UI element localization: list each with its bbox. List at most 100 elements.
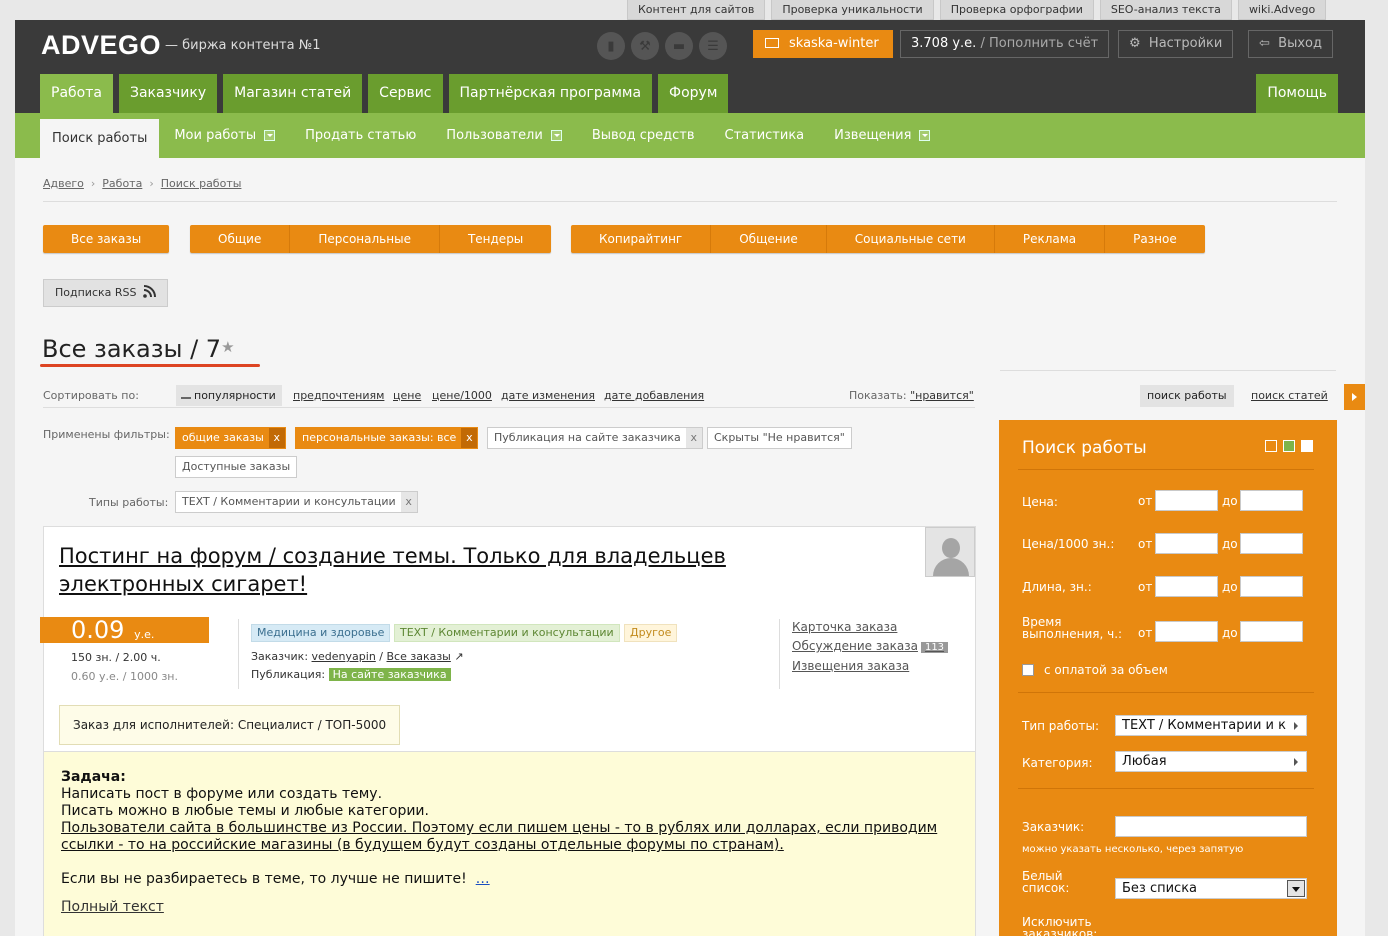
filter-ads[interactable]: Реклама (995, 225, 1106, 253)
time-from-input[interactable] (1155, 621, 1218, 642)
subtab-notifications[interactable]: Извещения (819, 113, 945, 158)
subtab-users[interactable]: Пользователи (431, 113, 577, 158)
chevron-down-icon[interactable] (264, 130, 276, 141)
order-notifications-link[interactable]: Извещения заказа (792, 659, 909, 673)
folder-icon[interactable]: ▬ (665, 32, 693, 60)
price-from-input[interactable] (1155, 490, 1218, 511)
whitelist-select[interactable]: Без списка (1115, 878, 1307, 899)
mouse-icon[interactable]: ▮ (597, 32, 625, 60)
work-type-select[interactable]: TEXT / Комментарии и к (1115, 715, 1307, 736)
filter-copywriting[interactable]: Копирайтинг (571, 225, 712, 253)
rss-subscribe-button[interactable]: Подписка RSS (43, 279, 168, 307)
filter-chip-available[interactable]: Доступные заказы (175, 456, 298, 478)
avatar-body (933, 558, 969, 576)
filter-personal[interactable]: Персональные (290, 225, 440, 253)
time-to-input[interactable] (1240, 621, 1303, 642)
topup-link[interactable]: / Пополнить счёт (980, 36, 1098, 51)
close-icon[interactable]: x (400, 492, 417, 512)
discussion-label: Обсуждение заказа (792, 639, 918, 653)
toplink-content[interactable]: Контент для сайтов (627, 0, 766, 20)
breadcrumb-advego[interactable]: Адвего (43, 177, 84, 190)
user-button[interactable]: skaska-winter (753, 30, 893, 58)
job-title[interactable]: Постинг на форум / создание темы. Только… (59, 542, 799, 598)
subtab-sell-article[interactable]: Продать статью (290, 113, 431, 158)
filter-tenders[interactable]: Тендеры (440, 225, 551, 253)
order-discussion-link[interactable]: Обсуждение заказа 113 (792, 639, 949, 653)
price1000-to-input[interactable] (1240, 533, 1303, 554)
all-orders-link[interactable]: Все заказы (387, 650, 451, 663)
price-badge: 0.09 у.е. (40, 617, 209, 643)
price-to-input[interactable] (1240, 490, 1303, 511)
layout-toggle-2[interactable] (1283, 440, 1295, 452)
hammer-icon[interactable]: ⚒ (631, 32, 659, 60)
length-to-input[interactable] (1240, 576, 1303, 597)
close-icon[interactable]: x (268, 428, 285, 448)
work-type-label: Тип работы: (1022, 719, 1100, 733)
toplink-uniqueness[interactable]: Проверка уникальности (771, 0, 934, 20)
tag-category[interactable]: Медицина и здоровье (251, 624, 391, 642)
list-icon[interactable]: ☰ (699, 32, 727, 60)
sort-price-1000[interactable]: цене/1000 (432, 389, 492, 402)
filter-chip-hidden[interactable]: Скрыты "Не нравится" (707, 427, 852, 449)
tab-partner[interactable]: Партнёрская программа (448, 74, 653, 113)
search-articles-link[interactable]: поиск статей (1251, 389, 1328, 402)
sort-preferences[interactable]: предпочтениям (293, 389, 384, 402)
sort-popularity[interactable]: популярности (176, 385, 282, 406)
logo[interactable]: ADVEGO (41, 30, 161, 61)
filter-all-orders[interactable]: Все заказы (43, 225, 169, 253)
subtab-withdraw[interactable]: Вывод средств (577, 113, 710, 158)
tab-work[interactable]: Работа (40, 74, 113, 113)
toplink-seo[interactable]: SEO-анализ текста (1099, 0, 1232, 20)
subtab-job-search[interactable]: Поиск работы (40, 119, 160, 158)
tab-articles-shop[interactable]: Магазин статей (223, 74, 363, 113)
filter-chip-publication: Публикация на сайте заказчика x (487, 427, 703, 449)
tab-help[interactable]: Помощь (1256, 74, 1338, 113)
category-select[interactable]: Любая (1115, 751, 1307, 772)
expand-link[interactable]: … (476, 871, 490, 887)
tag-other[interactable]: Другое (624, 624, 678, 642)
close-icon[interactable]: x (461, 428, 478, 448)
volume-pay-label: с оплатой за объем (1044, 663, 1168, 677)
subtab-my-works[interactable]: Мои работы (159, 113, 290, 158)
tab-forum[interactable]: Форум (658, 74, 729, 113)
close-icon[interactable]: x (685, 428, 702, 448)
search-work-button[interactable]: поиск работы (1140, 385, 1234, 407)
tag-work-type[interactable]: TEXT / Комментарии и консультации (394, 624, 620, 642)
filter-communication[interactable]: Общение (711, 225, 827, 253)
sort-price[interactable]: цене (393, 389, 421, 402)
chevron-down-icon[interactable] (919, 130, 931, 141)
to-label: до (1222, 626, 1238, 640)
customer-link[interactable]: vedenyapin (312, 650, 376, 663)
chevron-down-icon[interactable] (550, 130, 562, 141)
price1000-from-input[interactable] (1155, 533, 1218, 554)
avatar[interactable] (925, 527, 975, 577)
sort-date-added[interactable]: дате добавления (604, 389, 704, 402)
customer-filter-input[interactable] (1115, 816, 1307, 837)
layout-toggle-1[interactable] (1265, 440, 1277, 452)
tab-service[interactable]: Сервис (368, 74, 443, 113)
layout-toggle-3[interactable] (1301, 440, 1313, 452)
filter-social[interactable]: Социальные сети (827, 225, 995, 253)
star-icon[interactable]: ★ (221, 338, 234, 356)
filter-general[interactable]: Общие (190, 225, 291, 253)
breadcrumb-job-search[interactable]: Поиск работы (161, 177, 242, 190)
show-label: Показать: (849, 389, 907, 402)
breadcrumb-sep: › (90, 177, 96, 190)
length-from-input[interactable] (1155, 576, 1218, 597)
breadcrumb-work[interactable]: Работа (102, 177, 142, 190)
show-liked-link[interactable]: "нравится" (910, 389, 974, 402)
logout-button[interactable]: ⇦ Выход (1248, 30, 1333, 58)
volume-pay-checkbox[interactable] (1022, 664, 1034, 676)
tab-customer[interactable]: Заказчику (118, 74, 218, 113)
filter-misc[interactable]: Разное (1105, 225, 1205, 253)
toplink-spelling[interactable]: Проверка орфографии (939, 0, 1094, 20)
balance[interactable]: 3.708 у.е. / Пополнить счёт (900, 30, 1110, 58)
settings-button[interactable]: ⚙ Настройки (1118, 30, 1234, 58)
subtab-stats[interactable]: Статистика (710, 113, 820, 158)
show-control: Показать: "нравится" (849, 389, 974, 402)
chevron-right-icon[interactable] (1344, 384, 1365, 410)
full-text-link[interactable]: Полный текст (61, 899, 164, 916)
order-card-link[interactable]: Карточка заказа (792, 620, 897, 634)
toplink-wiki[interactable]: wiki.Advego (1237, 0, 1327, 20)
sort-date-modified[interactable]: дате изменения (501, 389, 595, 402)
